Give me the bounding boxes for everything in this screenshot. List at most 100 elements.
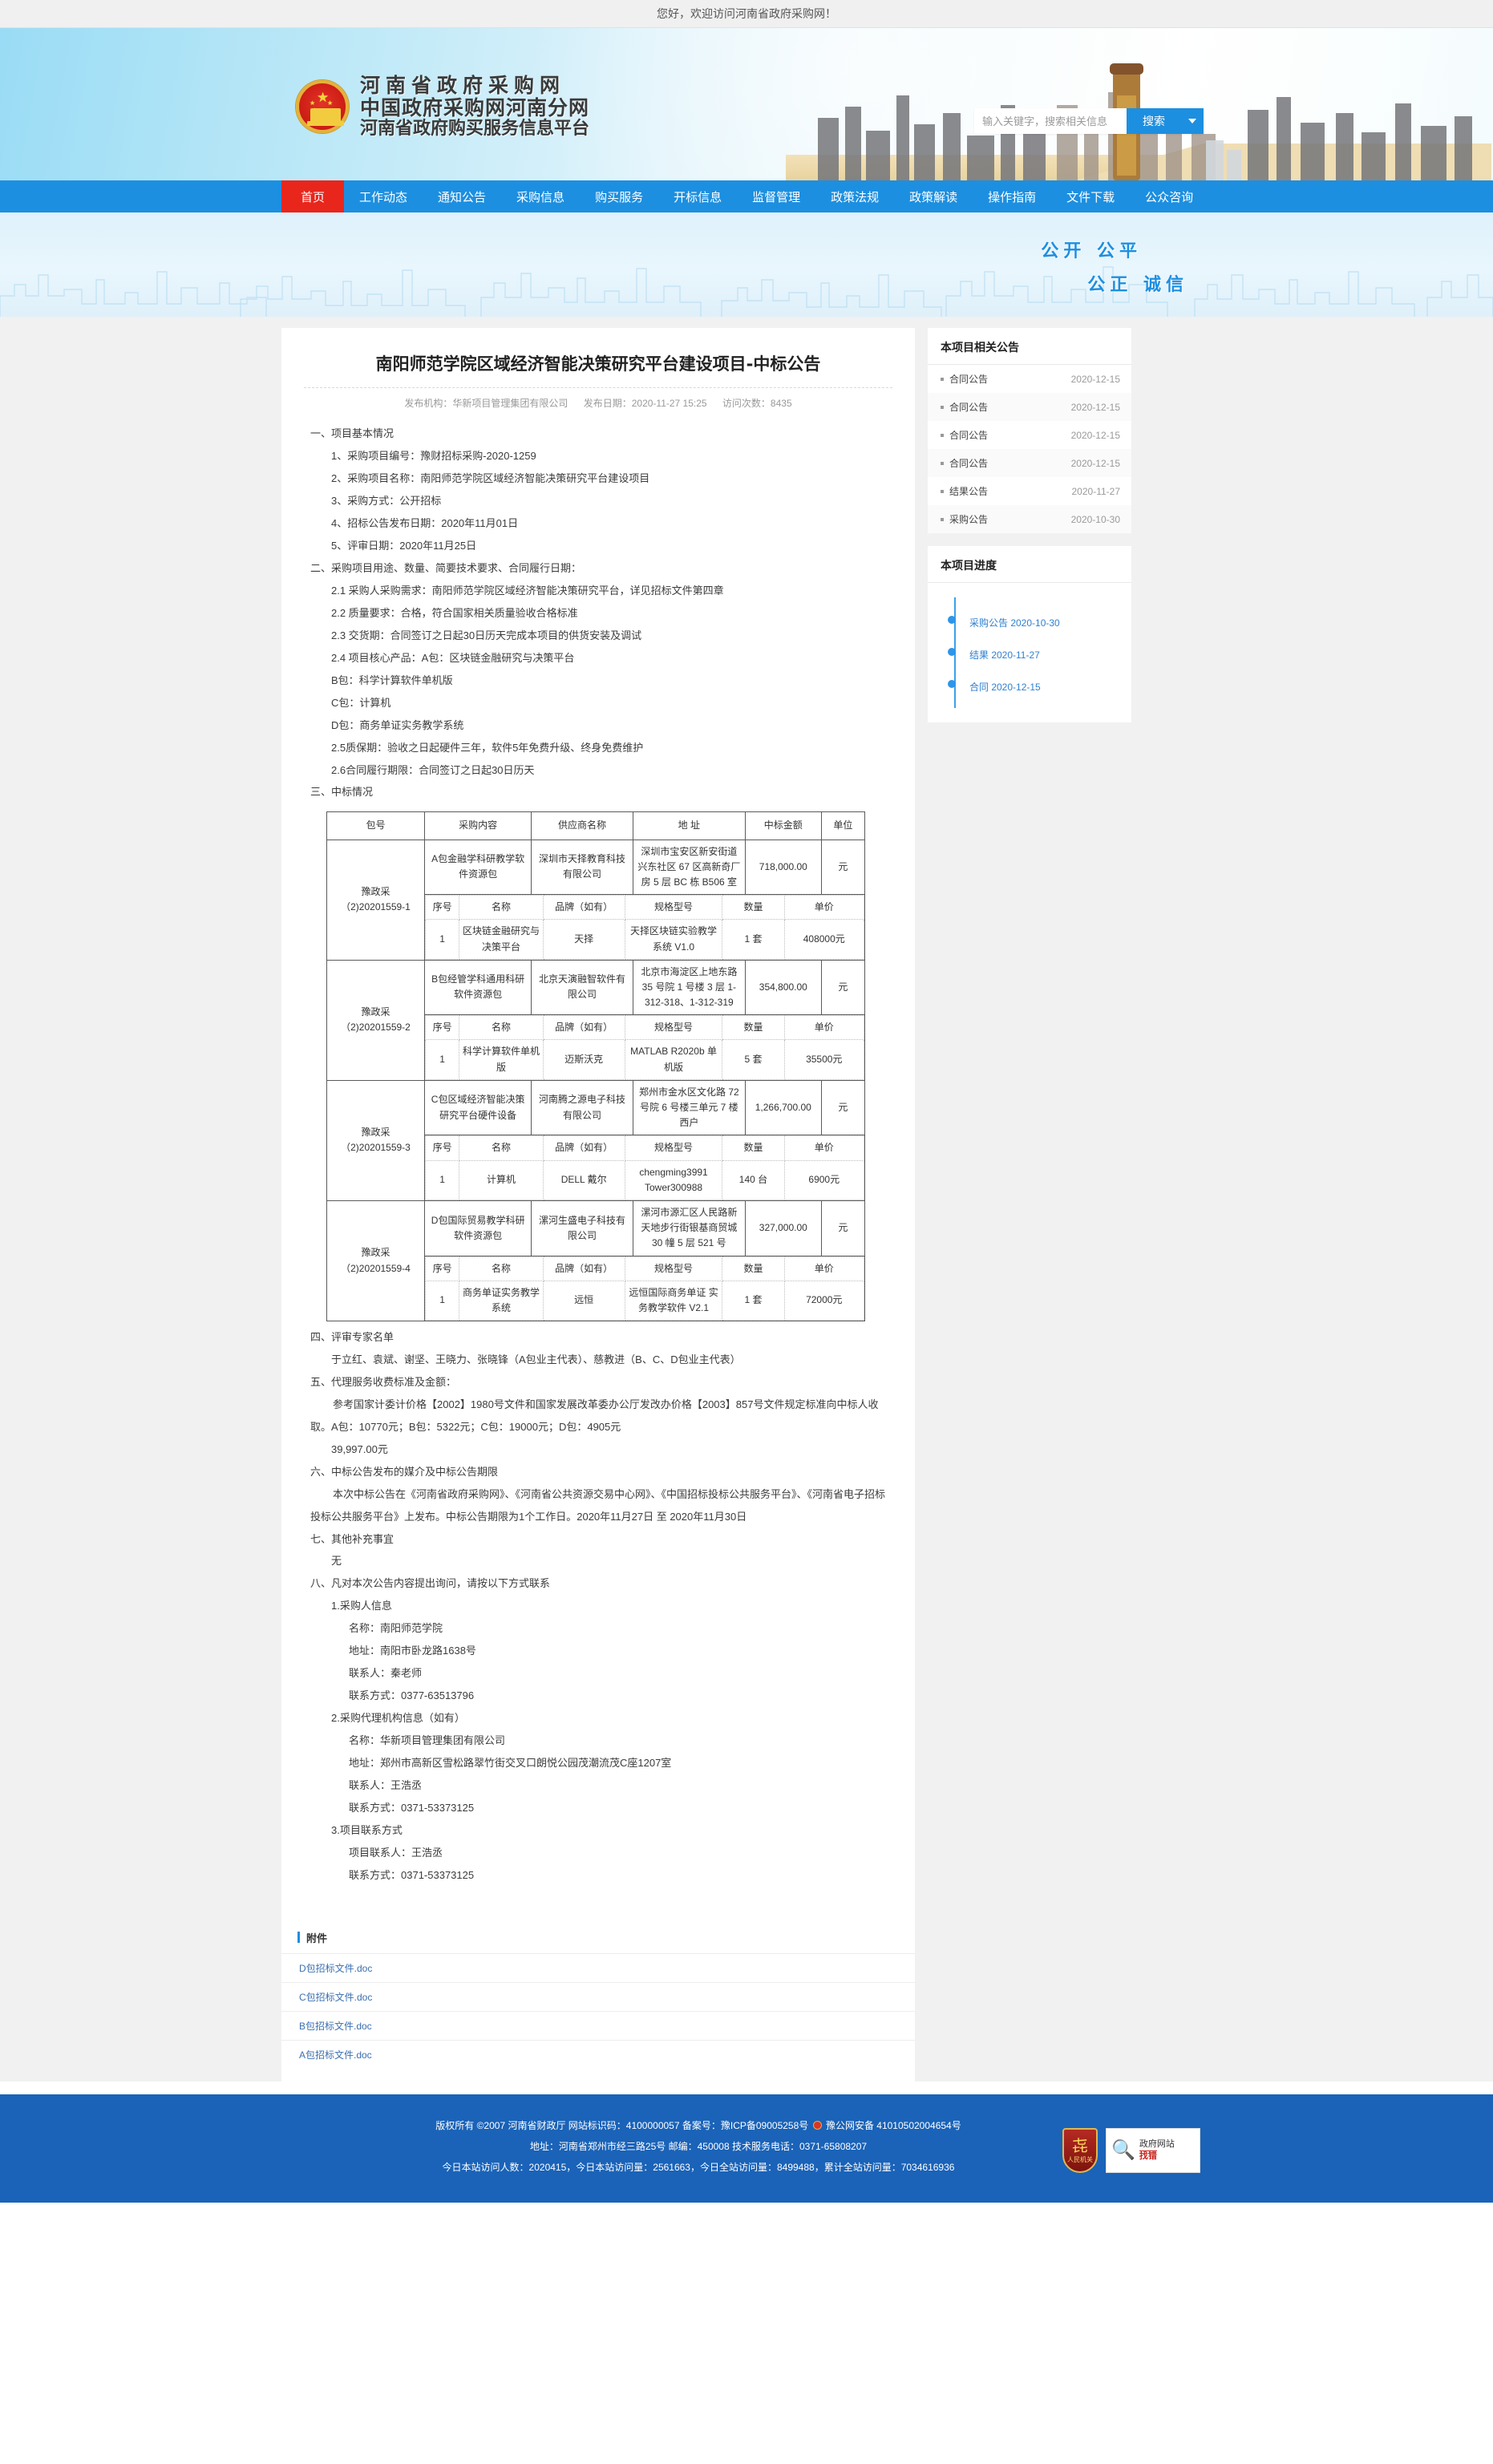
bid-amount-cell: 327,000.00 xyxy=(744,1200,822,1256)
item-price-cell: 72000元 xyxy=(783,1280,865,1321)
related-item-date: 2020-12-15 xyxy=(1070,401,1120,413)
item-name-cell: 商务单证实务教学系统 xyxy=(459,1280,544,1321)
section-1-item-4: 4、招标公告发布日期：2020年11月01日 xyxy=(331,517,519,530)
nav-item-7[interactable]: 政策法规 xyxy=(815,180,894,212)
contact-1-address: 地址：南阳市卧龙路1638号 xyxy=(349,1645,476,1657)
section-2-item-5: 2.5质保期：验收之日起硬件三年，软件5年免费升级、终身免费维护 xyxy=(331,741,644,754)
article-body: 一、项目基本情况 1、采购项目编号：豫财招标采购-2020-1259 2、采购项… xyxy=(304,423,892,803)
item-col-header-1: 名称 xyxy=(459,1256,544,1281)
item-col-header-0: 序号 xyxy=(424,895,460,920)
section-2-item-4: 2.4 项目核心产品：A包：区块链金融研究与决策平台 xyxy=(331,651,575,664)
item-name-cell: 科学计算软件单机版 xyxy=(459,1039,544,1080)
contact-2-person: 联系人：王浩丞 xyxy=(349,1778,423,1791)
site-logo[interactable]: ★ ★ ★ ★ ★ 河南省政府采购网 中国政府采购网河南分网 河南省政府购买服务… xyxy=(296,75,589,140)
search-button[interactable]: 搜索 xyxy=(1127,108,1181,134)
related-item-label-wrap: 合同公告 xyxy=(941,456,988,470)
nav-item-9[interactable]: 操作指南 xyxy=(973,180,1051,212)
package-number-cell: 豫政采（2)20201559-1 xyxy=(326,839,425,961)
table-col-header-0: 包号 xyxy=(326,811,425,840)
nav-item-0[interactable]: 首页 xyxy=(281,180,345,218)
item-spec-cell: MATLAB R2020b 单机版 xyxy=(624,1039,723,1080)
nav-item-6[interactable]: 监督管理 xyxy=(737,180,815,212)
table-col-header-1: 采购内容 xyxy=(423,811,532,840)
related-item-label: 结果公告 xyxy=(949,486,989,497)
package-number-cell: 豫政采（2)20201559-2 xyxy=(326,959,425,1081)
section-5-body: 参考国家计委计价格【2002】1980号文件和国家发展改革委办公厅发改办价格【2… xyxy=(310,1398,879,1433)
related-announcements-list: 合同公告 2020-12-15 合同公告 2020-12-15 合同公告 2020-12-… xyxy=(928,365,1131,533)
nav-item-1[interactable]: 工作动态 xyxy=(344,180,423,212)
supplier-address-cell: 郑州市金水区文化路 72 号院 6 号楼三单元 7 楼西户 xyxy=(632,1079,746,1136)
site-title-line3: 河南省政府购买服务信息平台 xyxy=(360,119,590,139)
related-announcement-item[interactable]: 采购公告 2020-10-30 xyxy=(928,505,1131,533)
search-input[interactable] xyxy=(974,108,1127,134)
project-progress-title: 本项目进度 xyxy=(928,546,1131,583)
related-announcement-item[interactable]: 合同公告 2020-12-15 xyxy=(928,421,1131,449)
nav-item-8[interactable]: 政策解读 xyxy=(894,180,973,212)
unit-cell: 元 xyxy=(820,839,866,896)
supplier-name-cell: 河南腾之源电子科技有限公司 xyxy=(531,1079,633,1136)
bid-amount-cell: 1,266,700.00 xyxy=(744,1079,822,1136)
nav-item-11[interactable]: 公众咨询 xyxy=(1130,180,1208,212)
nav-item-5[interactable]: 开标信息 xyxy=(658,180,737,212)
greeting-text: 您好，欢迎访问河南省政府采购网！ xyxy=(657,7,836,20)
related-item-label-wrap: 合同公告 xyxy=(941,400,988,414)
site-title-line1: 河南省政府采购网 xyxy=(360,74,566,97)
emblem-gate-shape xyxy=(307,108,344,127)
item-detail-table: 序号 名称 品牌（如有） 规格型号 数量 单价 1 科学计算软件单机版 迈斯沃克 MATLAB R… xyxy=(424,1015,865,1080)
section-3-heading: 三、中标情况 xyxy=(310,786,374,799)
item-no-cell: 1 xyxy=(424,1039,460,1080)
attachment-link[interactable]: B包招标文件.doc xyxy=(281,2010,915,2040)
nav-item-3[interactable]: 采购信息 xyxy=(501,180,580,212)
item-detail-cell: 序号 名称 品牌（如有） 规格型号 数量 单价 1 计算机 DELL 戴尔 chengming39… xyxy=(424,1135,865,1201)
item-detail-cell: 序号 名称 品牌（如有） 规格型号 数量 单价 1 商务单证实务教学系统 远恒 远恒国际商务单证 … xyxy=(424,1255,865,1322)
sidebar: 本项目相关公告 合同公告 2020-12-15 合同公告 2020-12-15 合同公告… xyxy=(928,328,1131,735)
seal-glyph-icon: 㐂 xyxy=(1072,2137,1088,2155)
supplier-name-cell: 深圳市天择教育科技有限公司 xyxy=(531,839,633,896)
attachment-link[interactable]: C包招标文件.doc xyxy=(281,1981,915,2011)
nav-item-2[interactable]: 通知公告 xyxy=(423,180,501,212)
item-spec-cell: 远恒国际商务单证 实务教学软件 V2.1 xyxy=(624,1280,723,1321)
package-content-cell: B包经管学科通用科研软件资源包 xyxy=(423,959,532,1016)
national-emblem-icon: ★ ★ ★ ★ ★ xyxy=(296,80,349,134)
section-1-item-5: 5、评审日期：2020年11月25日 xyxy=(331,540,477,552)
attachment-link[interactable]: A包招标文件.doc xyxy=(281,2039,915,2069)
attachment-link[interactable]: D包招标文件.doc xyxy=(281,1952,915,1982)
related-announcements-card: 本项目相关公告 合同公告 2020-12-15 合同公告 2020-12-15 合同公告… xyxy=(928,328,1131,533)
supplier-address-cell: 北京市海淀区上地东路 35 号院 1 号楼 3 层 1-312-318、1-31… xyxy=(632,959,746,1016)
report-error-bottom: 找错 xyxy=(1139,2150,1157,2161)
bid-amount-cell: 354,800.00 xyxy=(744,959,822,1016)
item-col-header-3: 规格型号 xyxy=(624,1135,723,1161)
article-meta: 发布机构：华新项目管理集团有限公司 发布日期：2020-11-27 15:25 … xyxy=(304,387,892,423)
sub-banner: 公开 公平 公正 诚信 xyxy=(0,212,1493,317)
related-announcement-item[interactable]: 合同公告 2020-12-15 xyxy=(928,393,1131,421)
site-title-block: 河南省政府采购网 中国政府采购网河南分网 河南省政府购买服务信息平台 xyxy=(360,75,589,140)
item-detail-header-row: 序号 名称 品牌（如有） 规格型号 数量 单价 xyxy=(424,895,865,920)
section-4-body: 于立红、袁斌、谢坚、王晓力、张晓锋（A包业主代表）、慈教进（B、C、D包业主代表… xyxy=(331,1353,741,1366)
related-announcement-item[interactable]: 结果公告 2020-11-27 xyxy=(928,477,1131,505)
site-title-line2: 中国政府采购网河南分网 xyxy=(360,96,590,119)
table-col-header-2: 供应商名称 xyxy=(531,811,633,840)
emblem-star-2: ★ xyxy=(327,99,334,107)
section-1-item-2: 2、采购项目名称：南阳师范学院区域经济智能决策研究平台建设项目 xyxy=(331,472,650,485)
related-announcement-item[interactable]: 合同公告 2020-12-15 xyxy=(928,365,1131,393)
progress-timeline-item[interactable]: 合同 2020-12-15 xyxy=(948,680,1119,692)
progress-item-label: 结果 2020-11-27 xyxy=(969,649,1040,661)
unit-cell: 元 xyxy=(820,1200,866,1256)
related-announcement-item[interactable]: 合同公告 2020-12-15 xyxy=(928,449,1131,477)
nav-item-4[interactable]: 购买服务 xyxy=(580,180,658,212)
bullet-square-icon xyxy=(941,517,944,521)
search-box[interactable]: 搜索 xyxy=(974,108,1204,134)
table-row: 豫政采（2)20201559-3 C包区域经济智能决策研究平台硬件设备 河南腾之源电… xyxy=(326,1079,866,1201)
meta-views: 访问次数：8435 xyxy=(722,398,792,410)
government-seal-badge[interactable]: 㐂 人民机关 xyxy=(1062,2127,1098,2173)
progress-timeline-item[interactable]: 采购公告 2020-10-30 xyxy=(948,616,1119,628)
item-detail-table: 序号 名称 品牌（如有） 规格型号 数量 单价 1 商务单证实务教学系统 远恒 远恒国际商务单证 … xyxy=(424,1256,865,1321)
section-2-heading: 二、采购项目用途、数量、简要技术要求、合同履行日期： xyxy=(310,562,582,575)
table-row: 豫政采（2)20201559-4 D包国际贸易教学科研软件资源包 漯河生盛电子科技有… xyxy=(326,1200,866,1322)
nav-item-10[interactable]: 文件下载 xyxy=(1051,180,1130,212)
main-background: 南阳师范学院区域经济智能决策研究平台建设项目-中标公告 发布机构：华新项目管理集… xyxy=(0,317,1493,2082)
report-error-badge[interactable]: 🔍 政府网站 找错 xyxy=(1106,2127,1200,2173)
page-title: 南阳师范学院区域经济智能决策研究平台建设项目-中标公告 xyxy=(375,354,821,374)
progress-timeline-item[interactable]: 结果 2020-11-27 xyxy=(948,648,1119,661)
search-dropdown-toggle[interactable] xyxy=(1181,108,1204,134)
